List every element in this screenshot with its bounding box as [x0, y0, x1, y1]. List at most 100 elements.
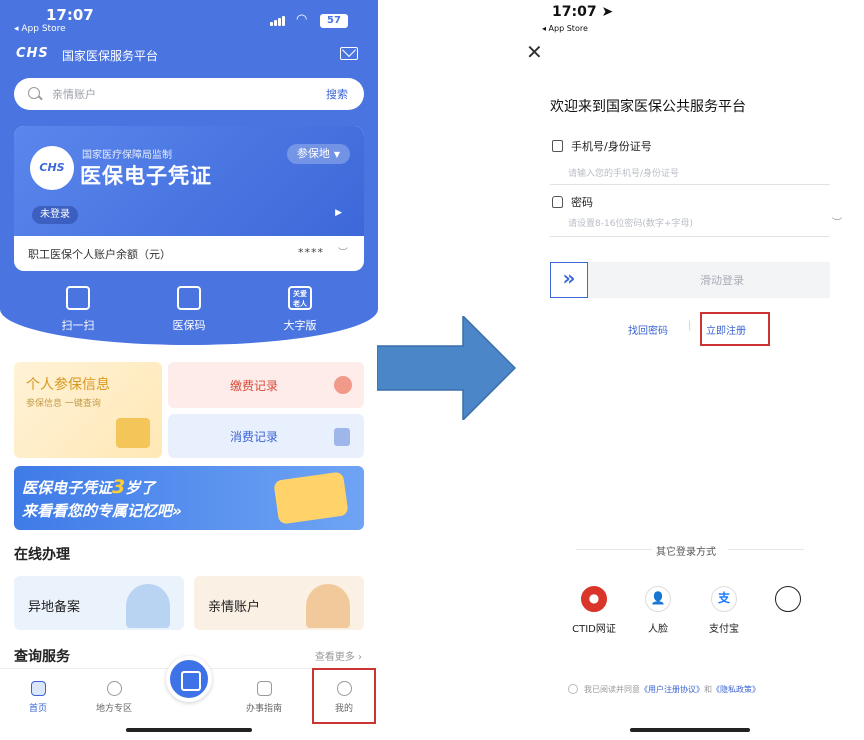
home-icon	[30, 681, 46, 696]
elder-mode-icon: 关爱老人	[288, 286, 312, 310]
option-label: 支付宝	[709, 624, 739, 635]
tab-local-zone[interactable]: 地方专区	[84, 681, 144, 714]
folder-illustration-icon	[116, 418, 150, 448]
login-status-badge[interactable]: 未登录	[32, 206, 78, 224]
view-more-link[interactable]: 查看更多 ›	[315, 648, 362, 663]
login-option-apple[interactable]	[758, 586, 818, 620]
card-supervisor: 国家医疗保障局监制	[82, 150, 172, 161]
back-to-app-store[interactable]: ◂ App Store	[14, 24, 66, 34]
slide-to-login[interactable]: » 滑动登录	[550, 262, 830, 298]
platform-name: 国家医保服务平台	[62, 49, 159, 63]
personal-insurance-info-tile[interactable]: 个人参保信息 参保信息 一键查询	[14, 362, 162, 458]
login-option-face[interactable]: 👤 人脸	[628, 586, 688, 635]
banner-line2: 来看看您的专属记忆吧»	[22, 502, 182, 520]
welcome-title: 欢迎来到国家医保公共服务平台	[550, 99, 746, 115]
slider-handle[interactable]: »	[550, 262, 588, 298]
quick-action-label: 大字版	[283, 319, 317, 332]
balance-value: ****	[298, 246, 324, 259]
remote-filing-tile[interactable]: 异地备案	[14, 576, 184, 630]
agreement-radio[interactable]	[568, 684, 578, 694]
user-agreement-link[interactable]: 《用户注册协议》	[640, 685, 704, 694]
location-icon	[106, 681, 122, 696]
login-screen: 17:07 ➤ ◂ App Store ✕ 欢迎来到国家医保公共服务平台 手机号…	[516, 0, 864, 740]
back-to-app-store[interactable]: ◂ App Store	[542, 24, 588, 33]
wifi-icon: ◠	[296, 12, 308, 27]
tab-home[interactable]: 首页	[8, 681, 68, 714]
tile-label: 缴费记录	[230, 379, 279, 393]
privacy-policy-link[interactable]: 《隐私政策》	[712, 685, 760, 694]
search-input[interactable]: 亲情账户	[52, 86, 96, 102]
location-label: 参保地	[296, 147, 330, 160]
tab-label: 首页	[28, 704, 47, 714]
login-option-alipay[interactable]: 支 支付宝	[694, 586, 754, 635]
password-field-label: 密码	[552, 194, 593, 210]
status-time: 17:07	[46, 6, 94, 24]
quick-action-qr[interactable]: 医保码	[149, 286, 229, 333]
receipt-icon	[334, 428, 350, 446]
search-button[interactable]: 搜索	[326, 86, 348, 102]
guide-icon	[256, 681, 272, 696]
balance-label: 职工医保个人账户余额（元）	[28, 248, 171, 261]
flow-arrow-icon	[377, 316, 517, 420]
option-label: 人脸	[648, 624, 668, 635]
divider	[550, 236, 830, 237]
family-account-tile[interactable]: 亲情账户	[194, 576, 364, 630]
card-logo: CHS	[30, 146, 74, 190]
login-option-ctid[interactable]: ● CTID网证	[564, 586, 624, 635]
qr-code-icon	[177, 286, 201, 310]
eye-hidden-icon[interactable]: ︶	[832, 214, 842, 229]
online-services-title: 在线办理	[14, 547, 70, 563]
query-services-title: 查询服务	[14, 649, 70, 665]
consumption-records-tile[interactable]: 消费记录	[168, 414, 364, 458]
highlight-box-register	[700, 312, 770, 346]
doctor-illustration	[126, 584, 170, 628]
lock-icon	[552, 196, 563, 208]
tile-label: 消费记录	[230, 430, 279, 444]
password-input[interactable]: 请设置8-16位密码(数字+字母)	[568, 216, 693, 229]
chevron-right-icon[interactable]: ▶	[335, 208, 342, 218]
banner-line1: 医保电子凭证3岁了	[22, 476, 156, 498]
tile-title: 个人参保信息	[26, 377, 110, 393]
divider	[550, 184, 830, 185]
tile-label: 异地备案	[28, 600, 81, 615]
payment-records-tile[interactable]: 缴费记录	[168, 362, 364, 408]
quick-actions: 扫一扫 医保码 关爱老人 大字版	[14, 286, 364, 336]
phone-field-label: 手机号/身份证号	[552, 138, 652, 154]
phone-input[interactable]: 请输入您的手机号/身份证号	[568, 166, 679, 179]
slider-label: 滑动登录	[700, 274, 744, 287]
tab-label: 办事指南	[245, 704, 282, 714]
battery-icon: 57	[320, 14, 348, 28]
tab-guide[interactable]: 办事指南	[234, 681, 294, 714]
close-icon[interactable]: ✕	[526, 42, 543, 62]
mail-icon[interactable]	[340, 47, 358, 60]
tile-label: 亲情账户	[208, 600, 261, 615]
home-indicator	[126, 728, 252, 732]
quick-action-scan[interactable]: 扫一扫	[38, 286, 118, 333]
quick-action-elder[interactable]: 关爱老人 大字版	[260, 286, 340, 333]
agreement-row: 我已阅读并同意《用户注册协议》和《隐私政策》	[568, 684, 760, 695]
face-icon: 👤	[645, 586, 671, 612]
search-icon	[28, 87, 40, 99]
search-bar[interactable]: 亲情账户 搜索	[14, 78, 364, 110]
scan-icon	[66, 286, 90, 310]
scan-code-fab-button[interactable]	[166, 656, 212, 702]
status-time: 17:07 ➤	[552, 4, 614, 20]
apple-icon	[775, 586, 801, 612]
option-label: CTID网证	[572, 624, 616, 635]
card-illustration	[273, 471, 349, 525]
phone-icon	[552, 140, 563, 152]
divider	[576, 549, 652, 550]
chevron-down-icon: ▼	[333, 150, 340, 159]
signal-icon	[270, 16, 286, 26]
medical-insurance-card[interactable]: CHS 国家医疗保障局监制 医保电子凭证 参保地 ▼ 未登录 ▶ 职工医保个人账户…	[14, 126, 364, 271]
highlight-box-profile-tab	[312, 668, 376, 724]
ctid-icon: ●	[581, 586, 607, 612]
insured-location-dropdown[interactable]: 参保地 ▼	[286, 144, 350, 164]
divider	[728, 549, 804, 550]
search-record-icon	[334, 376, 352, 394]
chs-logo: CHS	[16, 46, 49, 61]
eye-hidden-icon[interactable]: ︶	[338, 244, 348, 259]
card-title: 医保电子凭证	[80, 164, 212, 188]
promo-banner[interactable]: 医保电子凭证3岁了 来看看您的专属记忆吧»	[14, 466, 364, 530]
forgot-password-link[interactable]: 找回密码	[628, 322, 668, 337]
